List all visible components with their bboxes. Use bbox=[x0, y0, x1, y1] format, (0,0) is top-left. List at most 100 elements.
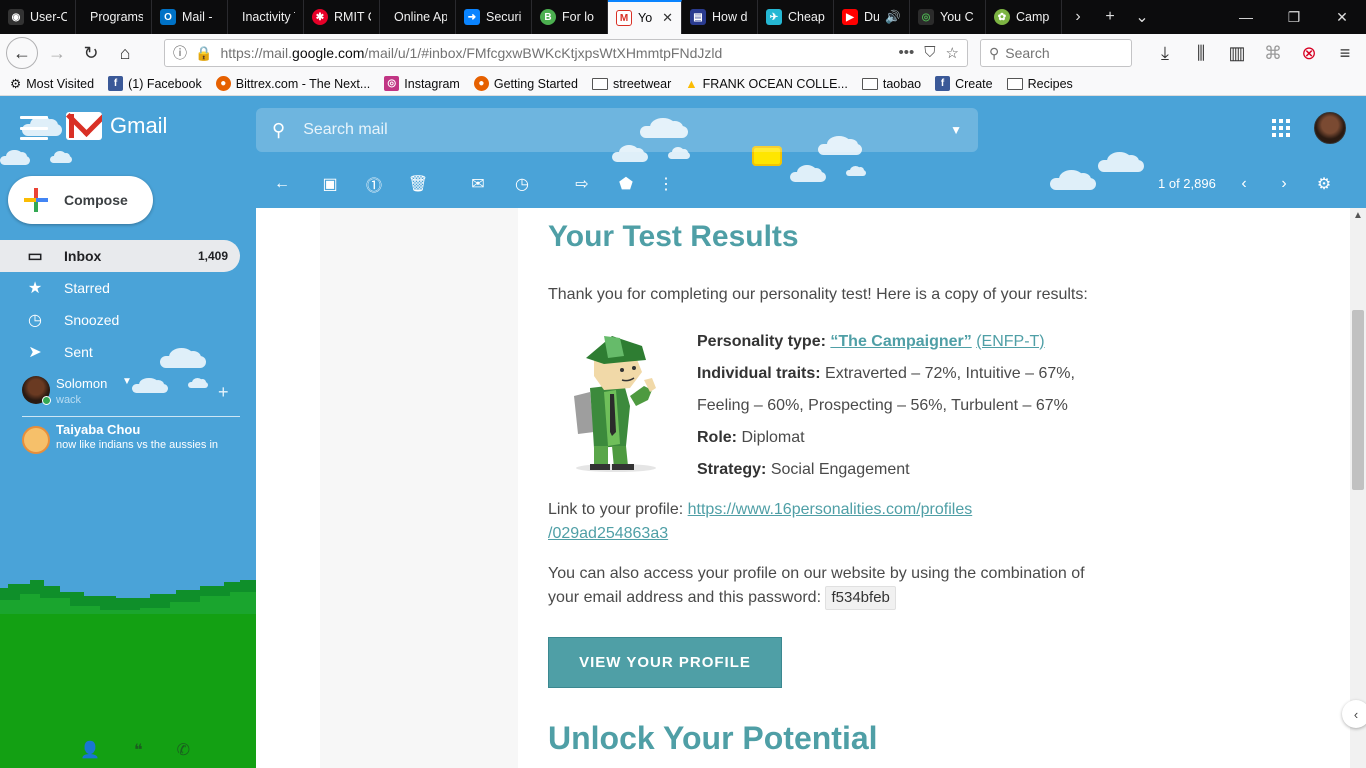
bookmark-item[interactable]: ▲ FRANK OCEAN COLLE... bbox=[685, 77, 848, 91]
compose-button[interactable]: Compose bbox=[8, 176, 153, 224]
bookmark-item[interactable]: ◎ Instagram bbox=[384, 76, 460, 91]
pocket-icon[interactable]: ⛉ bbox=[924, 44, 935, 62]
gmail-m-icon bbox=[66, 112, 102, 140]
individual-traits-value-cont: Feeling – 60%, Prospecting – 56%, Turbul… bbox=[697, 397, 1068, 414]
info-icon[interactable]: ⓘ bbox=[173, 43, 187, 63]
strategy-line: Strategy: Social Engagement bbox=[697, 454, 1097, 486]
gmail-logo[interactable]: Gmail bbox=[66, 112, 167, 140]
bookmark-item[interactable]: ● Bittrex.com - The Next... bbox=[215, 76, 371, 91]
browser-tab[interactable]: O Mail - bbox=[152, 0, 228, 34]
bookmark-item[interactable]: streetwear bbox=[591, 77, 671, 91]
search-icon[interactable]: ⚲ bbox=[272, 120, 285, 141]
hangouts-icon[interactable]: ❝ bbox=[134, 740, 143, 760]
bookmark-item[interactable]: f (1) Facebook bbox=[108, 76, 202, 91]
snooze-icon[interactable]: ◷ bbox=[510, 172, 534, 196]
move-to-icon[interactable]: ⇨ bbox=[570, 172, 594, 196]
browser-tab-active[interactable]: M Yo ✕ bbox=[608, 0, 682, 34]
home-button[interactable]: ⌂ bbox=[110, 38, 140, 68]
mark-unread-icon[interactable]: ✉ bbox=[466, 172, 490, 196]
archive-icon[interactable]: ▣ bbox=[318, 172, 342, 196]
person-icon[interactable]: 👤 bbox=[80, 740, 100, 760]
download-icon[interactable]: ⤓ bbox=[1150, 38, 1180, 68]
tab-title: Mail - bbox=[182, 10, 213, 24]
label-icon[interactable]: ⬟ bbox=[614, 172, 638, 196]
browser-tab[interactable]: Programs bbox=[76, 0, 152, 34]
chevron-down-icon[interactable]: ▼ bbox=[122, 376, 132, 387]
account-avatar[interactable] bbox=[1314, 112, 1346, 144]
page-actions-icon[interactable]: ••• bbox=[899, 44, 915, 62]
bookmark-item[interactable]: taobao bbox=[861, 77, 921, 91]
restore-icon[interactable]: ❐ bbox=[1270, 0, 1318, 34]
search-options-icon[interactable]: ▼ bbox=[950, 123, 962, 137]
scroll-up-icon[interactable]: ▲ bbox=[1353, 210, 1363, 221]
library-icon[interactable]: ⫼ bbox=[1186, 38, 1216, 68]
scrollbar[interactable]: ▲ bbox=[1350, 208, 1366, 768]
profile-url-link[interactable]: https://www.16personalities.com/profiles bbox=[688, 501, 973, 518]
browser-tab[interactable]: ✿ Camp bbox=[986, 0, 1062, 34]
add-contact-icon[interactable]: + bbox=[218, 382, 229, 403]
browser-tab[interactable]: ◉ User-C bbox=[0, 0, 76, 34]
scrollbar-thumb[interactable] bbox=[1352, 310, 1364, 490]
firefox-icon: ● bbox=[215, 76, 231, 91]
apps-grid-icon[interactable] bbox=[1272, 119, 1290, 137]
gmail-logo-text: Gmail bbox=[110, 113, 168, 138]
search-mail-input[interactable]: ⚲ Search mail ▼ bbox=[256, 108, 978, 152]
more-options-icon[interactable]: ⋮ bbox=[654, 172, 678, 196]
block-icon[interactable]: ⊗ bbox=[1294, 38, 1324, 68]
back-button[interactable]: ← bbox=[6, 37, 38, 69]
view-profile-button[interactable]: VIEW YOUR PROFILE bbox=[548, 637, 782, 688]
sidebar-icon[interactable]: ▥ bbox=[1222, 38, 1252, 68]
bookmark-item[interactable]: ⚙ Most Visited bbox=[10, 76, 94, 92]
sidebar-item-sent[interactable]: ➤ Sent bbox=[0, 336, 240, 368]
bookmark-star-icon[interactable]: ☆ bbox=[946, 44, 959, 62]
reading-pane: Your Test Results Thank you for completi… bbox=[256, 208, 1350, 768]
browser-tab[interactable]: ✈ Cheap bbox=[758, 0, 834, 34]
minimize-icon[interactable]: — bbox=[1222, 0, 1270, 34]
chevron-right-icon[interactable]: › bbox=[1272, 172, 1296, 196]
report-spam-icon[interactable]: ⓵ bbox=[362, 172, 386, 196]
personality-code-link[interactable]: (ENFP-T) bbox=[976, 333, 1044, 350]
phone-icon[interactable]: ✆ bbox=[177, 740, 190, 760]
extension-icon[interactable]: ⌘ bbox=[1258, 38, 1288, 68]
hangouts-user[interactable]: Solomon ▼ wack + bbox=[22, 376, 240, 416]
browser-tab[interactable]: ▤ How d bbox=[682, 0, 758, 34]
personality-traits: Personality type: “The Campaigner” (ENFP… bbox=[697, 326, 1097, 486]
main-menu-icon[interactable] bbox=[20, 116, 48, 140]
bookmark-label: Bittrex.com - The Next... bbox=[235, 76, 371, 91]
chevron-left-icon[interactable]: ‹ bbox=[1232, 172, 1256, 196]
settings-gear-icon[interactable]: ⚙ bbox=[1312, 172, 1336, 196]
browser-tab[interactable]: ➜ Securi bbox=[456, 0, 532, 34]
sidebar-item-starred[interactable]: ★ Starred bbox=[0, 272, 240, 304]
personality-type-link[interactable]: “The Campaigner” bbox=[830, 333, 971, 350]
hangouts-contact[interactable]: Taiyaba Chou now like indians vs the aus… bbox=[22, 422, 250, 456]
sidebar-item-inbox[interactable]: ▭ Inbox 1,409 bbox=[0, 240, 240, 272]
contact-name: Taiyaba Chou bbox=[56, 422, 141, 437]
new-tab-icon[interactable]: + bbox=[1094, 0, 1126, 34]
bookmark-item[interactable]: Recipes bbox=[1006, 77, 1073, 91]
browser-search-input[interactable]: ⚲ Search bbox=[980, 39, 1132, 67]
back-arrow-icon[interactable]: ← bbox=[270, 172, 294, 196]
browser-tab[interactable]: Online Ap bbox=[380, 0, 456, 34]
hamburger-menu-icon[interactable]: ≡ bbox=[1330, 38, 1360, 68]
window-close-icon[interactable]: ✕ bbox=[1318, 0, 1366, 34]
reload-button[interactable]: ↻ bbox=[76, 38, 106, 68]
side-panel-toggle-icon[interactable]: ‹ bbox=[1342, 700, 1366, 728]
browser-tab[interactable]: ✱ RMIT C bbox=[304, 0, 380, 34]
sidebar-item-snoozed[interactable]: ◷ Snoozed bbox=[0, 304, 240, 336]
scroll-tabs-right-icon[interactable]: › bbox=[1062, 0, 1094, 34]
delete-icon[interactable]: 🗑 bbox=[406, 172, 430, 196]
list-tabs-icon[interactable]: ⌄ bbox=[1126, 0, 1158, 34]
sidebar-item-label: Sent bbox=[64, 344, 93, 360]
sidebar-item-label: Starred bbox=[64, 280, 110, 296]
url-bar[interactable]: ⓘ 🔒 https://mail.google.com/mail/u/1/#in… bbox=[164, 39, 968, 67]
forward-button[interactable]: → bbox=[42, 38, 72, 68]
browser-tab[interactable]: ◎ You C bbox=[910, 0, 986, 34]
browser-tab[interactable]: Inactivity T bbox=[228, 0, 304, 34]
bookmark-item[interactable]: ● Getting Started bbox=[473, 76, 578, 91]
profile-url-link-cont[interactable]: /029ad254863a3 bbox=[548, 525, 668, 542]
browser-tab[interactable]: B For lo bbox=[532, 0, 608, 34]
browser-tab[interactable]: ▶ Du 🔊 bbox=[834, 0, 910, 34]
close-icon[interactable]: ✕ bbox=[662, 10, 673, 26]
bookmark-item[interactable]: f Create bbox=[935, 76, 993, 91]
speaker-icon[interactable]: 🔊 bbox=[885, 10, 901, 25]
